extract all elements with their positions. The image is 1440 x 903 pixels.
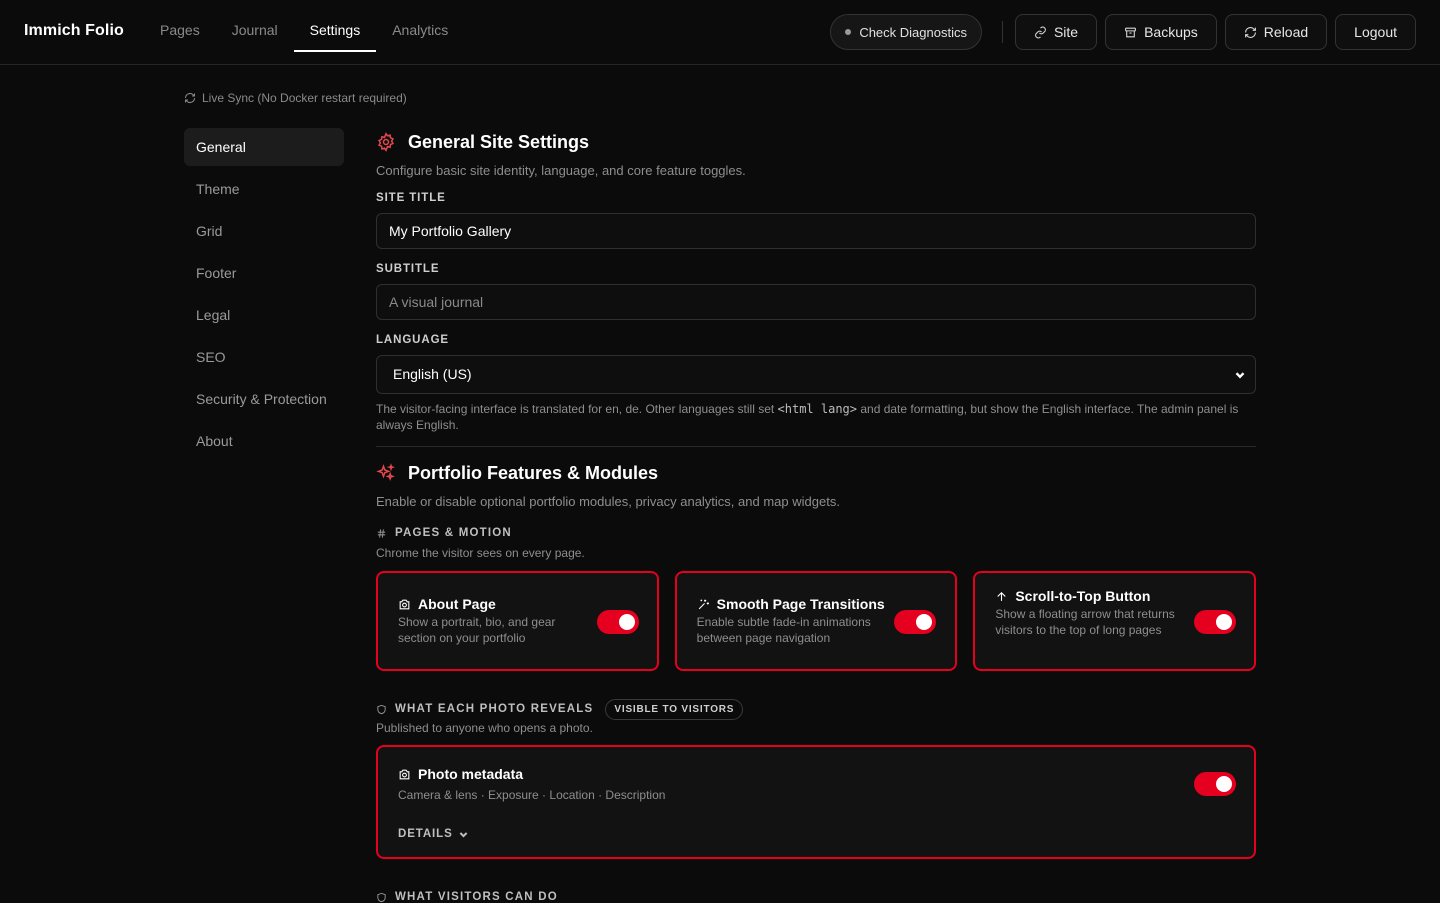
sparkles-icon [376, 463, 396, 482]
smooth-transitions-card[interactable]: Smooth Page Transitions Enable subtle fa… [674, 571, 958, 671]
sparkle-icon [698, 599, 709, 609]
language-help-code: <html lang> [777, 402, 858, 416]
language-label: LANGUAGE [376, 334, 450, 346]
top-bar: Immich Folio Pages Journal Settings Anal… [0, 0, 1440, 65]
general-section-title: General Site Settings [408, 131, 590, 152]
camera-icon [399, 769, 410, 779]
details-label: DETAILS [398, 828, 453, 840]
sidebar-item-legal[interactable]: Legal [184, 296, 344, 334]
toggle-knob [1216, 776, 1232, 792]
sidebar-item-about[interactable]: About [184, 422, 344, 460]
smooth-transitions-description: Enable subtle fade-in animations between… [696, 615, 871, 645]
settings-main: General Site Settings Configure basic si… [376, 128, 1257, 859]
features-section-title: Portfolio Features & Modules [408, 462, 659, 483]
live-sync-label: Live Sync (No Docker restart required) [202, 91, 407, 105]
visible-to-visitors-badge: VISIBLE TO VISITORS [605, 698, 744, 720]
reload-button[interactable]: Reload [1224, 14, 1328, 50]
link-icon [1035, 26, 1046, 38]
smooth-transitions-title: Smooth Page Transitions [697, 596, 885, 612]
tab-pages[interactable]: Pages [144, 0, 216, 52]
main-nav: Pages Journal Settings Analytics [144, 0, 464, 52]
pages-motion-heading: PAGES & MOTION [376, 523, 1256, 543]
sidebar-item-general[interactable]: General [184, 128, 344, 166]
tab-settings[interactable]: Settings [293, 0, 377, 52]
brand-logo[interactable]: Immich Folio [24, 22, 124, 40]
sidebar-item-footer[interactable]: Footer [184, 254, 344, 292]
sidebar-item-grid[interactable]: Grid [184, 212, 344, 250]
check-diagnostics-label: Check Diagnostics [859, 24, 967, 40]
photo-metadata-title: Photo metadata [398, 766, 523, 782]
refresh-icon [1244, 26, 1256, 38]
camera-icon [399, 599, 410, 609]
photo-reveals-heading-text: WHAT EACH PHOTO REVEALS [395, 703, 594, 715]
sidebar-item-seo[interactable]: SEO [184, 338, 344, 376]
general-section-description: Configure basic site identity, language,… [376, 163, 746, 178]
features-section-description: Enable or disable optional portfolio mod… [376, 494, 840, 509]
toggle-knob [619, 614, 635, 630]
scroll-to-top-card[interactable]: Scroll-to-Top Button Show a floating arr… [973, 571, 1257, 671]
arrow-up-icon [997, 591, 1007, 601]
details-expander[interactable]: DETAILS [398, 828, 468, 840]
hash-icon [377, 528, 386, 538]
sync-icon [185, 93, 195, 103]
scroll-to-top-title: Scroll-to-Top Button [995, 588, 1150, 604]
photo-reveals-description: Published to anyone who opens a photo. [376, 721, 593, 735]
smooth-transitions-toggle[interactable] [893, 610, 936, 634]
features-section-header: Portfolio Features & Modules [376, 459, 1256, 487]
scroll-to-top-toggle[interactable] [1194, 610, 1237, 634]
tab-analytics[interactable]: Analytics [376, 0, 464, 52]
site-title-input[interactable] [376, 213, 1256, 249]
language-help-pre: The visitor-facing interface is translat… [376, 402, 778, 416]
gear-icon [378, 132, 394, 152]
pages-motion-description: Chrome the visitor sees on every page. [376, 546, 585, 560]
site-title-label: SITE TITLE [376, 192, 446, 204]
about-page-title: About Page [398, 596, 496, 612]
shield-icon [377, 892, 386, 902]
header-actions: Check Diagnostics Site Backups Reload Lo… [830, 14, 1416, 50]
sidebar-item-security[interactable]: Security & Protection [184, 380, 344, 418]
tab-journal[interactable]: Journal [216, 0, 294, 52]
language-select[interactable]: English (US) [376, 355, 1256, 394]
photo-metadata-card[interactable]: Photo metadata Camera & lens · Exposure … [376, 745, 1256, 859]
chevron-down-icon [1235, 372, 1245, 379]
photo-metadata-items: Camera & lens · Exposure · Location · De… [398, 788, 666, 802]
check-diagnostics-button[interactable]: Check Diagnostics [830, 14, 982, 50]
section-divider [376, 446, 1256, 447]
site-button-label: Site [1053, 24, 1079, 40]
smooth-transitions-title-text: Smooth Page Transitions [716, 596, 885, 612]
about-page-card[interactable]: About Page Show a portrait, bio, and gea… [376, 571, 659, 671]
live-sync-status: Live Sync (No Docker restart required) [184, 91, 407, 105]
subtitle-input[interactable] [376, 284, 1256, 320]
scroll-to-top-title-text: Scroll-to-Top Button [1015, 588, 1151, 604]
status-dot-icon [845, 29, 852, 35]
visitors-can-do-heading: WHAT VISITORS CAN DO [376, 891, 558, 903]
archive-icon [1125, 27, 1137, 37]
sidebar-item-theme[interactable]: Theme [184, 170, 344, 208]
backups-button-label: Backups [1144, 24, 1198, 40]
scroll-to-top-description: Show a floating arrow that returns visit… [995, 607, 1175, 637]
toggle-knob [915, 614, 932, 630]
photo-metadata-toggle[interactable] [1194, 772, 1236, 796]
logout-button[interactable]: Logout [1335, 14, 1416, 50]
language-selected-value: English (US) [393, 366, 472, 382]
general-section-header: General Site Settings [376, 128, 1256, 156]
visitors-can-do-heading-text: WHAT VISITORS CAN DO [395, 891, 558, 903]
language-help-text: The visitor-facing interface is translat… [376, 401, 1256, 433]
pages-motion-cards: About Page Show a portrait, bio, and gea… [376, 571, 1257, 671]
pages-motion-heading-text: PAGES & MOTION [395, 527, 512, 539]
header-divider [1001, 21, 1003, 43]
site-button[interactable]: Site [1014, 14, 1098, 50]
about-page-description: Show a portrait, bio, and gear section o… [398, 615, 556, 645]
reload-button-label: Reload [1263, 24, 1309, 40]
about-page-toggle[interactable] [597, 610, 639, 634]
settings-sidebar: General Theme Grid Footer Legal SEO Secu… [184, 128, 344, 464]
photo-reveals-heading: WHAT EACH PHOTO REVEALS VISIBLE TO VISIT… [376, 698, 1256, 720]
toggle-knob [1216, 614, 1233, 630]
photo-metadata-title-text: Photo metadata [418, 766, 524, 782]
chevron-down-icon [459, 831, 468, 838]
about-page-title-text: About Page [418, 596, 496, 612]
shield-icon [377, 704, 386, 714]
subtitle-label: SUBTITLE [376, 263, 440, 275]
backups-button[interactable]: Backups [1105, 14, 1217, 50]
